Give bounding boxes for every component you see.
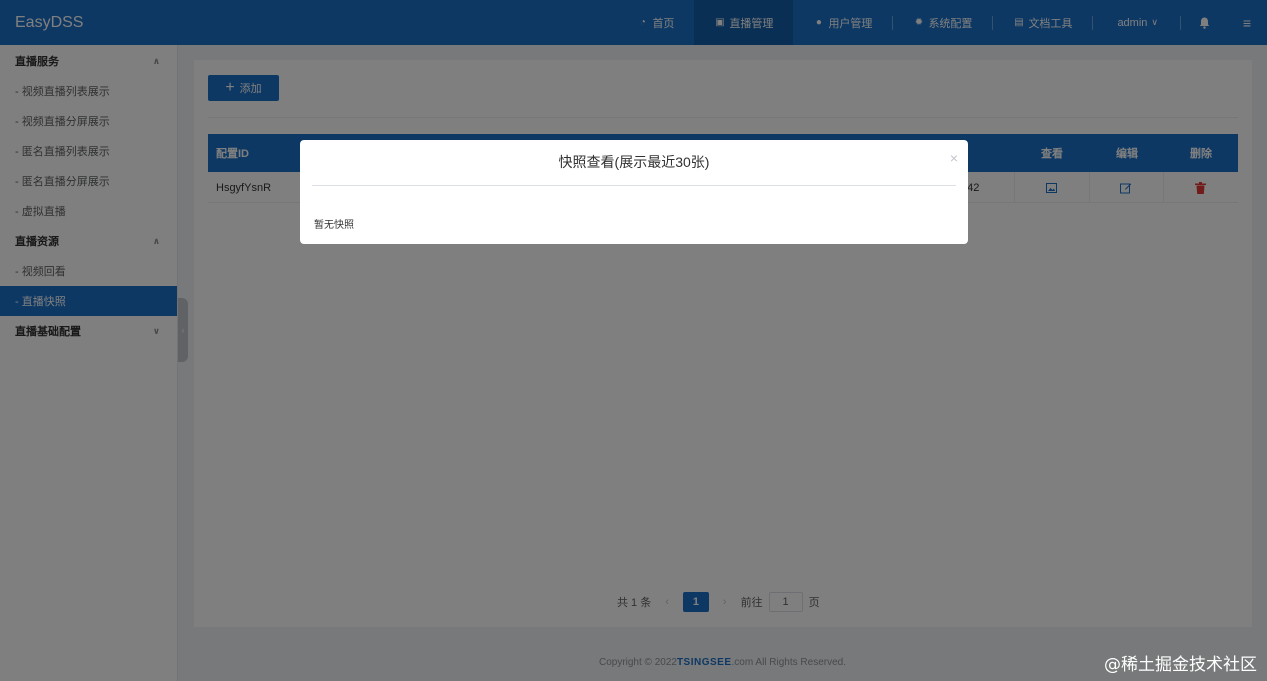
close-icon[interactable]: ×: [950, 150, 958, 166]
modal-overlay[interactable]: [0, 0, 1267, 681]
empty-message: 暂无快照: [314, 220, 354, 231]
watermark: @稀土掘金技术社区: [1104, 655, 1257, 675]
snapshot-dialog: 快照查看(展示最近30张) × 暂无快照: [300, 140, 968, 244]
dialog-title: 快照查看(展示最近30张): [558, 154, 710, 170]
dialog-divider: [312, 185, 956, 186]
